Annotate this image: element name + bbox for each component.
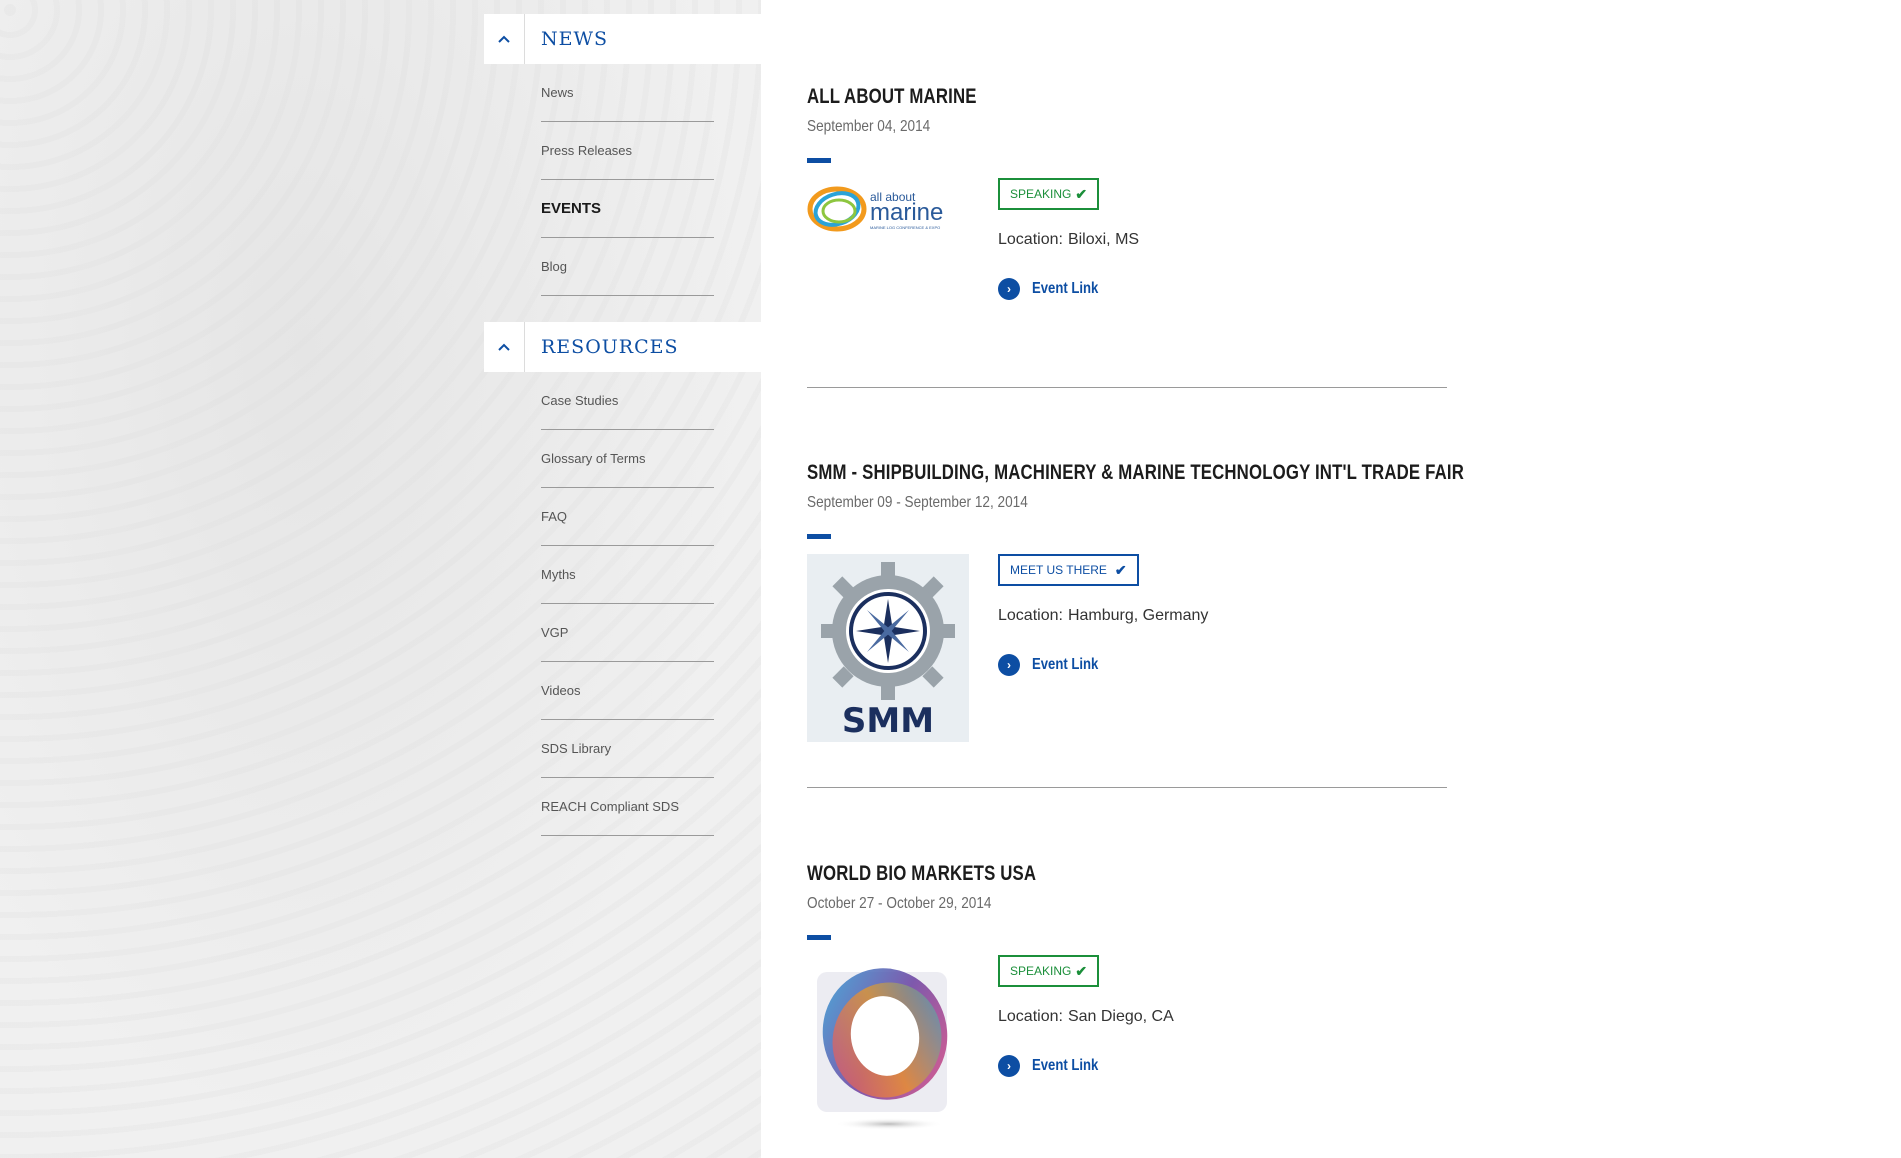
sidebar-item-vgp[interactable]: VGP (541, 604, 714, 662)
event-title: SMM - SHIPBUILDING, MACHINERY & MARINE T… (807, 461, 1465, 484)
sidebar-item-label: Glossary of Terms (541, 451, 646, 466)
resources-collapse-toggle[interactable] (484, 322, 525, 372)
event-link[interactable]: › Event Link (998, 654, 1113, 676)
sidebar-item-label: Blog (541, 259, 568, 274)
location-label: Location: (998, 607, 1063, 624)
location-value: San Diego, CA (1067, 1008, 1174, 1025)
svg-text:SMM: SMM (842, 701, 934, 741)
resources-section-header[interactable]: RESOURCES (484, 322, 761, 372)
svg-text:MARINE LOG CONFERENCE & EXPO: MARINE LOG CONFERENCE & EXPO (870, 225, 940, 230)
event-link[interactable]: › Event Link (998, 1055, 1113, 1077)
sidebar-item-faq[interactable]: FAQ (541, 488, 714, 546)
badge-label: SPEAKING (1010, 964, 1072, 978)
all-about-marine-logo: all about marine MARINE LOG CONFERENCE &… (807, 175, 969, 365)
event-date: September 09 - September 12, 2014 (807, 494, 1028, 511)
event-location: Location: Biloxi, MS (998, 231, 1139, 249)
event-link[interactable]: › Event Link (998, 278, 1113, 300)
news-section-header[interactable]: NEWS (484, 14, 761, 64)
event-link-label: Event Link (1032, 656, 1099, 673)
sidebar-item-blog[interactable]: Blog (541, 238, 714, 296)
chevron-up-icon (498, 343, 510, 351)
meet-us-there-badge: MEET US THERE ✔ (998, 554, 1139, 586)
chevron-up-icon (498, 35, 510, 43)
resources-section-title: RESOURCES (541, 336, 679, 358)
sidebar-item-label: EVENTS (541, 200, 602, 217)
sidebar-item-case-studies[interactable]: Case Studies (541, 372, 714, 430)
checkmark-icon: ✔ (1075, 962, 1088, 979)
badge-label: SPEAKING (1010, 187, 1072, 201)
sidebar-item-label: Myths (541, 567, 576, 582)
sidebar-item-label: Press Releases (541, 143, 633, 158)
sidebar-item-press-releases[interactable]: Press Releases (541, 122, 714, 180)
title-accent-bar (807, 158, 831, 163)
sidebar-item-myths[interactable]: Myths (541, 546, 714, 604)
event-location: Location: Hamburg, Germany (998, 607, 1208, 625)
event-location: Location: San Diego, CA (998, 1008, 1174, 1026)
event-date: September 04, 2014 (807, 118, 931, 135)
location-label: Location: (998, 1008, 1063, 1025)
sidebar-item-events[interactable]: EVENTS (541, 180, 714, 238)
sidebar-item-news[interactable]: News (541, 64, 714, 122)
sidebar-item-label: News (541, 85, 574, 100)
news-section-title: NEWS (541, 28, 609, 50)
sidebar-item-label: FAQ (541, 509, 568, 524)
sidebar-item-label: Case Studies (541, 393, 619, 408)
sidebar-item-label: SDS Library (541, 741, 612, 756)
world-bio-markets-logo (807, 952, 969, 1142)
event-date: October 27 - October 29, 2014 (807, 895, 992, 912)
checkmark-icon: ✔ (1114, 561, 1127, 578)
location-value: Biloxi, MS (1067, 231, 1140, 248)
event-title: WORLD BIO MARKETS USA (807, 862, 1037, 885)
sidebar-item-reach-sds[interactable]: REACH Compliant SDS (541, 778, 714, 836)
sidebar-item-label: REACH Compliant SDS (541, 799, 679, 814)
title-accent-bar (807, 935, 831, 940)
title-accent-bar (807, 534, 831, 539)
location-label: Location: (998, 231, 1063, 248)
sidebar-item-label: VGP (541, 625, 569, 640)
location-value: Hamburg, Germany (1067, 607, 1209, 624)
event-title: ALL ABOUT MARINE (807, 85, 977, 108)
speaking-badge: SPEAKING ✔ (998, 178, 1100, 210)
sidebar-item-videos[interactable]: Videos (541, 662, 714, 720)
event-link-label: Event Link (1032, 280, 1099, 297)
resources-nav-list: Case Studies Glossary of Terms FAQ Myths… (541, 372, 714, 836)
smm-logo: SMM (807, 551, 969, 742)
chevron-right-circle-icon: › (998, 1055, 1020, 1077)
sidebar-item-glossary[interactable]: Glossary of Terms (541, 430, 714, 488)
sidebar-item-label: Videos (541, 683, 581, 698)
event-divider (807, 787, 1447, 788)
news-collapse-toggle[interactable] (484, 14, 525, 64)
event-link-label: Event Link (1032, 1057, 1099, 1074)
chevron-right-circle-icon: › (998, 654, 1020, 676)
news-nav-list: News Press Releases EVENTS Blog (541, 64, 714, 296)
checkmark-icon: ✔ (1075, 185, 1088, 202)
svg-text:marine: marine (870, 199, 943, 226)
chevron-right-circle-icon: › (998, 278, 1020, 300)
sidebar-item-sds-library[interactable]: SDS Library (541, 720, 714, 778)
event-divider (807, 387, 1447, 388)
badge-label: MEET US THERE (1010, 563, 1107, 577)
speaking-badge: SPEAKING ✔ (998, 955, 1100, 987)
